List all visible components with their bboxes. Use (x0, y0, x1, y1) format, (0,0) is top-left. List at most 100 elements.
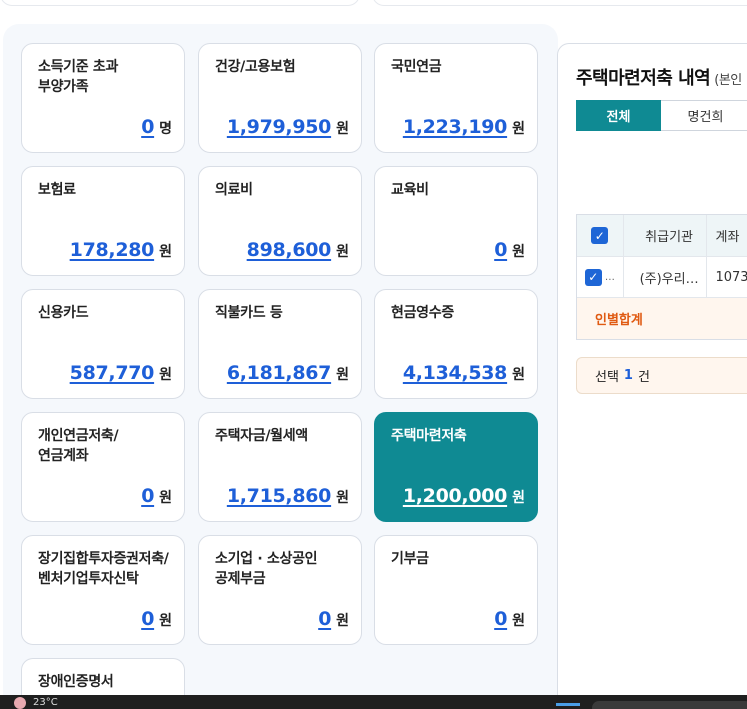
table-sum-row: 인별합계 (577, 298, 747, 339)
tab-all[interactable]: 전체 (576, 100, 661, 131)
card-unit: 원 (512, 613, 525, 629)
card-unit: 원 (336, 121, 349, 137)
housing-savings-detail-panel: 주택마련저축 내역 (본인 전체 명건희 ✓ 취급기관 계좌 ✓… (주)우리… … (557, 43, 747, 703)
card-value-link[interactable]: 0 (318, 608, 331, 630)
card-disability-certificate[interactable]: 장애인증명서 (21, 658, 185, 698)
person-tabs: 전체 명건희 (576, 100, 747, 131)
selection-count-bar: 선택 1 건 (576, 357, 747, 394)
card-title: 현금영수증 (391, 305, 454, 321)
detail-subtitle: (본인 (714, 73, 742, 88)
card-value-link[interactable]: 178,280 (70, 239, 155, 261)
card-title: 교육비 (391, 182, 429, 198)
card-title: 소기업 · 소상공인 공제부금 (215, 551, 318, 587)
card-title: 소득기준 초과 부양가족 (38, 59, 119, 95)
weather-text: 23°C (33, 697, 58, 708)
card-value-link[interactable]: 4,134,538 (403, 362, 508, 384)
card-insurance-premium[interactable]: 보험료 178,280 원 (21, 166, 185, 276)
card-unit: 원 (512, 244, 525, 260)
card-amount: 1,979,950 원 (227, 116, 349, 138)
card-title: 보험료 (38, 182, 76, 198)
card-value-link[interactable]: 1,223,190 (403, 116, 508, 138)
card-value-link[interactable]: 898,600 (247, 239, 332, 261)
card-value-link[interactable]: 0 (141, 485, 154, 507)
savings-table: ✓ 취급기관 계좌 ✓… (주)우리… 1073 인별합계 (576, 214, 747, 340)
card-unit: 원 (336, 244, 349, 260)
card-amount: 0명 (141, 116, 172, 138)
card-cash-receipt[interactable]: 현금영수증 4,134,538 원 (374, 289, 538, 399)
card-amount: 4,134,538 원 (403, 362, 525, 384)
card-small-business-mutual-aid[interactable]: 소기업 · 소상공인 공제부금 0원 (198, 535, 362, 645)
card-value-link[interactable]: 587,770 (70, 362, 155, 384)
card-unit: 원 (512, 490, 525, 506)
card-amount: 587,770 원 (70, 362, 172, 384)
card-housing-savings-selected[interactable]: 주택마련저축 1,200,000 원 (374, 412, 538, 522)
cell-institution: (주)우리… (624, 257, 708, 297)
card-amount: 0원 (318, 608, 349, 630)
card-amount: 178,280 원 (70, 239, 172, 261)
card-value-link[interactable]: 0 (141, 116, 154, 138)
card-amount: 1,715,860 원 (227, 485, 349, 507)
weather-icon[interactable] (14, 697, 26, 709)
card-medical-expenses[interactable]: 의료비 898,600 원 (198, 166, 362, 276)
card-value-link[interactable]: 6,181,867 (227, 362, 332, 384)
card-value-link[interactable]: 0 (141, 608, 154, 630)
card-debit-card[interactable]: 직불카드 등 6,181,867 원 (198, 289, 362, 399)
card-credit-card[interactable]: 신용카드 587,770 원 (21, 289, 185, 399)
row-select-cell: ✓… (577, 257, 624, 297)
table-row[interactable]: ✓… (주)우리… 1073 (577, 257, 747, 298)
top-card-partial-left (0, 0, 360, 6)
card-title: 의료비 (215, 182, 253, 198)
card-personal-pension-savings[interactable]: 개인연금저축/ 연금계좌 0원 (21, 412, 185, 522)
card-title: 직불카드 등 (215, 305, 283, 321)
card-dependents-over-income[interactable]: 소득기준 초과 부양가족 0명 (21, 43, 185, 153)
cell-account: 1073 (715, 269, 747, 285)
card-national-pension[interactable]: 국민연금 1,223,190 원 (374, 43, 538, 153)
tab-person[interactable]: 명건희 (661, 100, 747, 131)
card-donations[interactable]: 기부금 0원 (374, 535, 538, 645)
card-long-term-fund-venture[interactable]: 장기집합투자증권저축/ 벤처기업투자신탁 0원 (21, 535, 185, 645)
card-unit: 원 (159, 244, 172, 260)
card-unit: 원 (336, 367, 349, 383)
card-title: 주택마련저축 (391, 428, 467, 444)
select-all-checkbox[interactable]: ✓ (591, 227, 609, 244)
selection-prefix: 선택 (595, 370, 619, 385)
row-checkbox[interactable]: ✓ (584, 268, 602, 286)
header-account: 계좌 (715, 230, 740, 245)
table-header-row: ✓ 취급기관 계좌 (577, 215, 747, 257)
top-strip (0, 0, 747, 18)
card-unit: 명 (159, 121, 172, 137)
detail-title-text: 주택마련저축 내역 (576, 68, 711, 89)
card-value-link[interactable]: 1,979,950 (227, 116, 332, 138)
detail-title: 주택마련저축 내역 (본인 (576, 64, 742, 90)
card-title: 주택자금/월세액 (215, 428, 308, 444)
card-unit: 원 (512, 121, 525, 137)
selection-count: 1 (623, 368, 633, 383)
card-housing-fund-rent[interactable]: 주택자금/월세액 1,715,860 원 (198, 412, 362, 522)
taskbar-search-pill[interactable] (592, 701, 747, 709)
card-amount: 0원 (141, 608, 172, 630)
card-title: 개인연금저축/ 연금계좌 (38, 428, 119, 464)
card-unit: 원 (336, 613, 349, 629)
card-title: 국민연금 (391, 59, 442, 75)
card-health-employment-insurance[interactable]: 건강/고용보험 1,979,950 원 (198, 43, 362, 153)
card-unit: 원 (512, 367, 525, 383)
per-person-total-label: 인별합계 (595, 313, 643, 328)
card-amount: 1,223,190 원 (403, 116, 525, 138)
card-unit: 원 (336, 490, 349, 506)
card-value-link[interactable]: 1,200,000 (403, 485, 508, 507)
card-title: 기부금 (391, 551, 429, 567)
card-title: 장기집합투자증권저축/ 벤처기업투자신탁 (38, 551, 169, 587)
card-unit: 원 (159, 367, 172, 383)
card-value-link[interactable]: 0 (494, 239, 507, 261)
header-select-all-cell: ✓ (577, 215, 624, 256)
top-card-partial-right (372, 0, 747, 6)
row-more: … (604, 271, 615, 283)
card-title: 건강/고용보험 (215, 59, 296, 75)
card-value-link[interactable]: 1,715,860 (227, 485, 332, 507)
card-amount: 1,200,000 원 (403, 485, 525, 507)
card-unit: 원 (159, 613, 172, 629)
card-title: 장애인증명서 (38, 674, 114, 690)
card-value-link[interactable]: 0 (494, 608, 507, 630)
card-unit: 원 (159, 490, 172, 506)
card-education-expenses[interactable]: 교육비 0원 (374, 166, 538, 276)
